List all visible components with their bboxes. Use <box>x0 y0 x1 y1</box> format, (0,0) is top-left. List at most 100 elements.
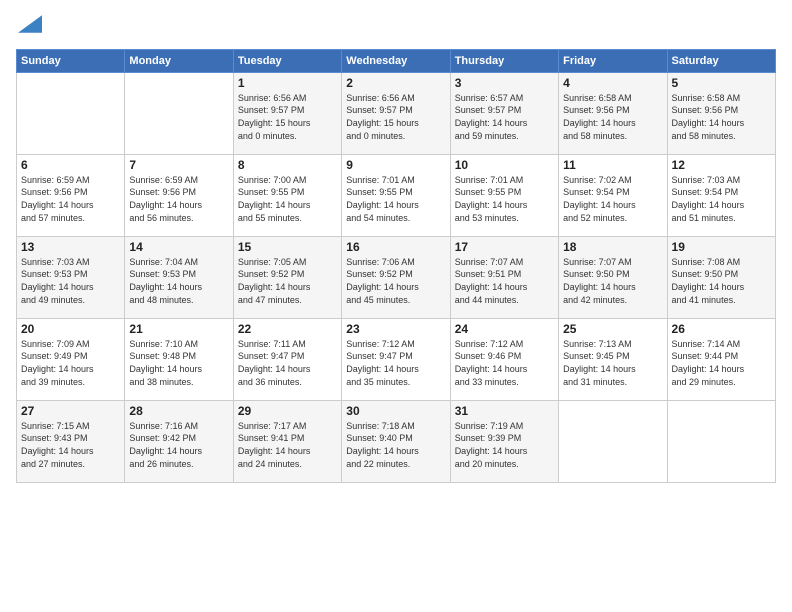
day-info: Sunrise: 7:07 AM Sunset: 9:51 PM Dayligh… <box>455 256 554 306</box>
col-header-friday: Friday <box>559 49 667 72</box>
logo <box>16 16 42 41</box>
day-number: 21 <box>129 322 228 336</box>
day-number: 7 <box>129 158 228 172</box>
day-info: Sunrise: 7:02 AM Sunset: 9:54 PM Dayligh… <box>563 174 662 224</box>
calendar-cell: 3 Sunrise: 6:57 AM Sunset: 9:57 PM Daylig… <box>450 72 558 154</box>
week-row-2: 6 Sunrise: 6:59 AM Sunset: 9:56 PM Daylig… <box>17 154 776 236</box>
day-number: 22 <box>238 322 337 336</box>
calendar-cell: 26 Sunrise: 7:14 AM Sunset: 9:44 PM Dayli… <box>667 318 775 400</box>
day-info: Sunrise: 7:00 AM Sunset: 9:55 PM Dayligh… <box>238 174 337 224</box>
day-info: Sunrise: 7:13 AM Sunset: 9:45 PM Dayligh… <box>563 338 662 388</box>
calendar-cell <box>559 400 667 482</box>
day-info: Sunrise: 7:08 AM Sunset: 9:50 PM Dayligh… <box>672 256 771 306</box>
calendar-cell: 19 Sunrise: 7:08 AM Sunset: 9:50 PM Dayli… <box>667 236 775 318</box>
col-header-monday: Monday <box>125 49 233 72</box>
calendar-cell: 29 Sunrise: 7:17 AM Sunset: 9:41 PM Dayli… <box>233 400 341 482</box>
day-info: Sunrise: 7:01 AM Sunset: 9:55 PM Dayligh… <box>455 174 554 224</box>
calendar-cell <box>17 72 125 154</box>
day-info: Sunrise: 7:10 AM Sunset: 9:48 PM Dayligh… <box>129 338 228 388</box>
day-info: Sunrise: 7:09 AM Sunset: 9:49 PM Dayligh… <box>21 338 120 388</box>
page-header <box>16 16 776 41</box>
col-header-saturday: Saturday <box>667 49 775 72</box>
calendar-cell: 2Sunrise: 6:56 AM Sunset: 9:57 PM Daylig… <box>342 72 450 154</box>
week-row-5: 27 Sunrise: 7:15 AM Sunset: 9:43 PM Dayli… <box>17 400 776 482</box>
day-info: Sunrise: 7:04 AM Sunset: 9:53 PM Dayligh… <box>129 256 228 306</box>
day-number: 4 <box>563 76 662 90</box>
day-info: Sunrise: 6:58 AM Sunset: 9:56 PM Dayligh… <box>563 92 662 142</box>
day-number: 16 <box>346 240 445 254</box>
col-header-tuesday: Tuesday <box>233 49 341 72</box>
calendar-cell: 23 Sunrise: 7:12 AM Sunset: 9:47 PM Dayli… <box>342 318 450 400</box>
day-number: 24 <box>455 322 554 336</box>
logo-icon <box>18 14 42 34</box>
week-row-3: 13 Sunrise: 7:03 AM Sunset: 9:53 PM Dayli… <box>17 236 776 318</box>
day-info: Sunrise: 7:12 AM Sunset: 9:47 PM Dayligh… <box>346 338 445 388</box>
day-number: 29 <box>238 404 337 418</box>
day-number: 17 <box>455 240 554 254</box>
calendar-body: 1Sunrise: 6:56 AM Sunset: 9:57 PM Daylig… <box>17 72 776 482</box>
day-number: 15 <box>238 240 337 254</box>
day-number: 26 <box>672 322 771 336</box>
calendar-cell: 4 Sunrise: 6:58 AM Sunset: 9:56 PM Daylig… <box>559 72 667 154</box>
day-info: Sunrise: 7:16 AM Sunset: 9:42 PM Dayligh… <box>129 420 228 470</box>
day-info: Sunrise: 7:14 AM Sunset: 9:44 PM Dayligh… <box>672 338 771 388</box>
calendar-cell: 22 Sunrise: 7:11 AM Sunset: 9:47 PM Dayli… <box>233 318 341 400</box>
calendar-cell <box>667 400 775 482</box>
calendar-cell: 11 Sunrise: 7:02 AM Sunset: 9:54 PM Dayli… <box>559 154 667 236</box>
day-info: Sunrise: 6:58 AM Sunset: 9:56 PM Dayligh… <box>672 92 771 142</box>
col-header-sunday: Sunday <box>17 49 125 72</box>
day-info: Sunrise: 7:11 AM Sunset: 9:47 PM Dayligh… <box>238 338 337 388</box>
day-info: Sunrise: 7:06 AM Sunset: 9:52 PM Dayligh… <box>346 256 445 306</box>
day-number: 27 <box>21 404 120 418</box>
day-info: Sunrise: 7:01 AM Sunset: 9:55 PM Dayligh… <box>346 174 445 224</box>
calendar-cell: 18 Sunrise: 7:07 AM Sunset: 9:50 PM Dayli… <box>559 236 667 318</box>
col-header-thursday: Thursday <box>450 49 558 72</box>
calendar-header-row: SundayMondayTuesdayWednesdayThursdayFrid… <box>17 49 776 72</box>
day-info: Sunrise: 7:18 AM Sunset: 9:40 PM Dayligh… <box>346 420 445 470</box>
day-number: 8 <box>238 158 337 172</box>
day-number: 13 <box>21 240 120 254</box>
day-number: 1 <box>238 76 337 90</box>
calendar-cell: 13 Sunrise: 7:03 AM Sunset: 9:53 PM Dayli… <box>17 236 125 318</box>
col-header-wednesday: Wednesday <box>342 49 450 72</box>
day-info: Sunrise: 7:07 AM Sunset: 9:50 PM Dayligh… <box>563 256 662 306</box>
calendar-cell: 15 Sunrise: 7:05 AM Sunset: 9:52 PM Dayli… <box>233 236 341 318</box>
day-info: Sunrise: 7:15 AM Sunset: 9:43 PM Dayligh… <box>21 420 120 470</box>
calendar-cell: 16 Sunrise: 7:06 AM Sunset: 9:52 PM Dayli… <box>342 236 450 318</box>
day-number: 23 <box>346 322 445 336</box>
calendar-cell: 30 Sunrise: 7:18 AM Sunset: 9:40 PM Dayli… <box>342 400 450 482</box>
day-number: 14 <box>129 240 228 254</box>
day-number: 20 <box>21 322 120 336</box>
day-info: Sunrise: 6:57 AM Sunset: 9:57 PM Dayligh… <box>455 92 554 142</box>
day-number: 5 <box>672 76 771 90</box>
calendar-cell: 12Sunrise: 7:03 AM Sunset: 9:54 PM Dayli… <box>667 154 775 236</box>
day-info: Sunrise: 7:17 AM Sunset: 9:41 PM Dayligh… <box>238 420 337 470</box>
calendar-cell <box>125 72 233 154</box>
calendar-cell: 27 Sunrise: 7:15 AM Sunset: 9:43 PM Dayli… <box>17 400 125 482</box>
calendar-cell: 14 Sunrise: 7:04 AM Sunset: 9:53 PM Dayli… <box>125 236 233 318</box>
week-row-1: 1Sunrise: 6:56 AM Sunset: 9:57 PM Daylig… <box>17 72 776 154</box>
day-number: 30 <box>346 404 445 418</box>
day-info: Sunrise: 7:03 AM Sunset: 9:53 PM Dayligh… <box>21 256 120 306</box>
day-number: 19 <box>672 240 771 254</box>
calendar-table: SundayMondayTuesdayWednesdayThursdayFrid… <box>16 49 776 483</box>
day-info: Sunrise: 6:59 AM Sunset: 9:56 PM Dayligh… <box>21 174 120 224</box>
day-number: 11 <box>563 158 662 172</box>
day-number: 12 <box>672 158 771 172</box>
calendar-cell: 9Sunrise: 7:01 AM Sunset: 9:55 PM Daylig… <box>342 154 450 236</box>
calendar-cell: 28 Sunrise: 7:16 AM Sunset: 9:42 PM Dayli… <box>125 400 233 482</box>
week-row-4: 20 Sunrise: 7:09 AM Sunset: 9:49 PM Dayli… <box>17 318 776 400</box>
calendar-cell: 24Sunrise: 7:12 AM Sunset: 9:46 PM Dayli… <box>450 318 558 400</box>
calendar-cell: 21 Sunrise: 7:10 AM Sunset: 9:48 PM Dayli… <box>125 318 233 400</box>
day-number: 6 <box>21 158 120 172</box>
calendar-cell: 6 Sunrise: 6:59 AM Sunset: 9:56 PM Daylig… <box>17 154 125 236</box>
day-number: 28 <box>129 404 228 418</box>
day-info: Sunrise: 7:05 AM Sunset: 9:52 PM Dayligh… <box>238 256 337 306</box>
day-number: 18 <box>563 240 662 254</box>
calendar-cell: 1Sunrise: 6:56 AM Sunset: 9:57 PM Daylig… <box>233 72 341 154</box>
day-number: 31 <box>455 404 554 418</box>
day-info: Sunrise: 6:59 AM Sunset: 9:56 PM Dayligh… <box>129 174 228 224</box>
day-number: 3 <box>455 76 554 90</box>
calendar-cell: 8 Sunrise: 7:00 AM Sunset: 9:55 PM Daylig… <box>233 154 341 236</box>
day-number: 10 <box>455 158 554 172</box>
